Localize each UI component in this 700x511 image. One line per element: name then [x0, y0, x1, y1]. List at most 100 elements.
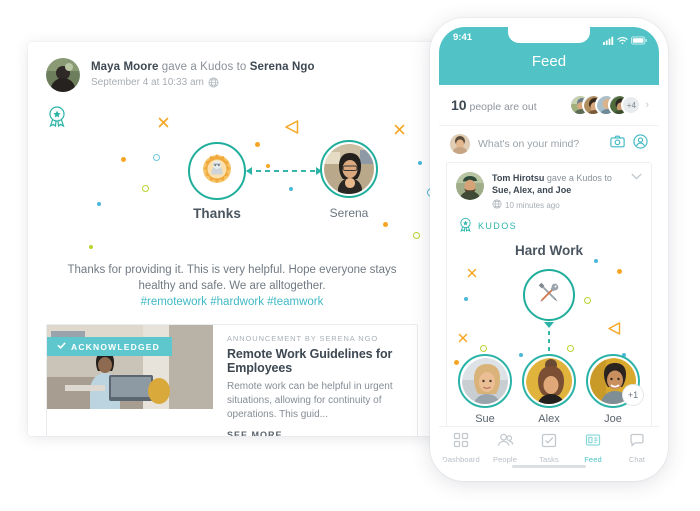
recipient[interactable]: Sue	[456, 354, 514, 425]
tab-chat[interactable]: Chat	[615, 432, 659, 464]
phone-recipients: Sue Alex +1 Joe	[447, 354, 651, 425]
people-out-overflow[interactable]: +4	[621, 95, 642, 115]
feed-icon	[585, 434, 601, 452]
confetti-triangle	[284, 119, 300, 140]
recipients-overflow-badge[interactable]: +1	[622, 384, 644, 406]
people-out-row[interactable]: 10 people are out +4 ›	[439, 85, 659, 126]
confetti-ring	[567, 345, 574, 352]
tab-label: Tasks	[539, 455, 559, 464]
phone-post-meta: Tom Hirotsu gave a Kudos to Sue, Alex, a…	[492, 172, 627, 211]
kudos-tag: KUDOS	[447, 217, 651, 235]
ribbon-award-icon	[458, 217, 473, 235]
phone-header: 9:41 Feed	[439, 27, 659, 85]
people-out-avatars[interactable]: +4 ›	[569, 94, 649, 116]
compose-input[interactable]: What's on your mind?	[478, 138, 602, 150]
ribbon-award-icon	[46, 105, 68, 134]
avatar[interactable]	[456, 172, 484, 200]
compose-row[interactable]: What's on your mind?	[439, 126, 659, 162]
confetti-cross	[394, 122, 405, 140]
announcement-title[interactable]: Remote Work Guidelines for Employees	[227, 347, 405, 375]
phone-award-badge	[523, 269, 575, 321]
post-timestamp: September 4 at 10:33 am	[91, 77, 204, 88]
post-timestamp-row: September 4 at 10:33 am	[91, 77, 315, 88]
award-label: Thanks	[193, 206, 241, 221]
announcement-image: ACKNOWLEDGED	[47, 325, 213, 409]
tab-label: Chat	[628, 455, 646, 464]
tab-feed[interactable]: Feed	[571, 432, 615, 464]
acknowledged-badge: ACKNOWLEDGED	[47, 337, 173, 356]
phone-title: Feed	[531, 53, 567, 70]
confetti-dot	[464, 297, 468, 301]
confetti-ring	[584, 297, 591, 304]
people-out-label: people are out	[469, 101, 537, 113]
phone-post-header: Tom Hirotsu gave a Kudos to Sue, Alex, a…	[447, 163, 651, 217]
phone-screen: 9:41 Feed 10 people are out +4 › What's …	[439, 27, 659, 472]
camera-icon[interactable]	[610, 135, 625, 153]
kudos-graphic: Thanks Serena	[28, 102, 436, 262]
confetti-dot	[383, 222, 388, 227]
confetti-ring	[480, 345, 487, 352]
announcement-body: ANNOUNCEMENT BY SERENA NGO Remote Work G…	[213, 325, 417, 436]
acknowledged-label: ACKNOWLEDGED	[71, 341, 161, 352]
announcement-kicker: ANNOUNCEMENT BY SERENA NGO	[227, 334, 379, 343]
confetti-dot	[594, 259, 598, 263]
announcement-card[interactable]: ACKNOWLEDGED ANNOUNCEMENT BY SERENA NGO …	[46, 324, 418, 436]
announcement-excerpt: Remote work can be helpful in urgent sit…	[227, 381, 393, 420]
people-icon	[497, 433, 514, 452]
confetti-dot	[89, 245, 93, 249]
mention-person-icon[interactable]	[633, 134, 648, 154]
tools-wrench-screwdriver-icon	[534, 278, 564, 313]
home-indicator	[512, 465, 586, 468]
kudos-hashtags[interactable]: #remotework #hardwork #teamwork	[28, 296, 436, 308]
status-icons	[603, 32, 647, 50]
kudos-connector	[246, 167, 322, 175]
status-time: 9:41	[453, 32, 473, 43]
post-recipient[interactable]: Serena Ngo	[250, 61, 315, 73]
confetti-dot	[266, 164, 270, 168]
chevron-right-icon[interactable]: ›	[645, 99, 649, 111]
chat-bubble-icon	[629, 433, 645, 452]
post-meta: Maya Moore gave a Kudos to Serena Ngo Se…	[91, 58, 315, 88]
tab-tasks[interactable]: Tasks	[527, 432, 571, 464]
confetti-cross	[467, 265, 477, 283]
confetti-triangle	[607, 321, 622, 341]
phone-post-timestamp-row: 10 minutes ago	[492, 199, 627, 211]
recipient[interactable]: Alex	[520, 354, 578, 425]
chevron-down-icon[interactable]	[627, 172, 642, 211]
phone-kudos-graphic: Hard Work Sue Alex +1 Joe	[447, 235, 651, 431]
recipient[interactable]: +1 Joe	[584, 354, 644, 425]
phone-post-author[interactable]: Tom Hirotsu	[492, 173, 544, 183]
battery-icon	[631, 32, 647, 50]
post-author[interactable]: Maya Moore	[91, 61, 158, 73]
confetti-ring	[153, 154, 160, 161]
phone-post-action: gave a Kudos to	[544, 173, 612, 183]
tab-label: Dashboard	[442, 455, 480, 464]
tab-dashboard[interactable]: Dashboard	[439, 432, 483, 464]
tab-label: People	[493, 455, 517, 464]
tab-label: Feed	[584, 455, 602, 464]
desktop-post-card: Maya Moore gave a Kudos to Serena Ngo Se…	[28, 42, 436, 436]
avatar[interactable]	[450, 134, 470, 154]
confetti-dot	[97, 202, 101, 206]
stage: Maya Moore gave a Kudos to Serena Ngo Se…	[0, 0, 700, 511]
thanks-medal-icon	[200, 152, 234, 191]
confetti-dot	[617, 269, 622, 274]
tab-people[interactable]: People	[483, 432, 527, 464]
phone-award-title: Hard Work	[514, 243, 583, 258]
post-headline: Maya Moore gave a Kudos to Serena Ngo	[91, 60, 315, 74]
grid-icon	[453, 432, 469, 452]
people-out-text: 10 people are out	[451, 97, 537, 113]
globe-icon	[208, 77, 219, 88]
see-more-link[interactable]: SEE MORE	[227, 430, 283, 436]
recipient-avatar[interactable]	[320, 140, 378, 198]
phone-mockup: 9:41 Feed 10 people are out +4 › What's …	[430, 18, 668, 481]
avatar[interactable]	[46, 58, 80, 92]
confetti-cross	[458, 330, 468, 348]
phone-post-recipients[interactable]: Sue, Alex, and Joe	[492, 185, 571, 195]
signal-icon	[603, 32, 614, 50]
people-out-count: 10	[451, 97, 467, 113]
check-icon	[57, 341, 66, 352]
kudos-message: Thanks for providing it. This is very he…	[67, 264, 397, 292]
award-badge	[188, 142, 246, 200]
phone-post-card: Tom Hirotsu gave a Kudos to Sue, Alex, a…	[446, 162, 652, 432]
